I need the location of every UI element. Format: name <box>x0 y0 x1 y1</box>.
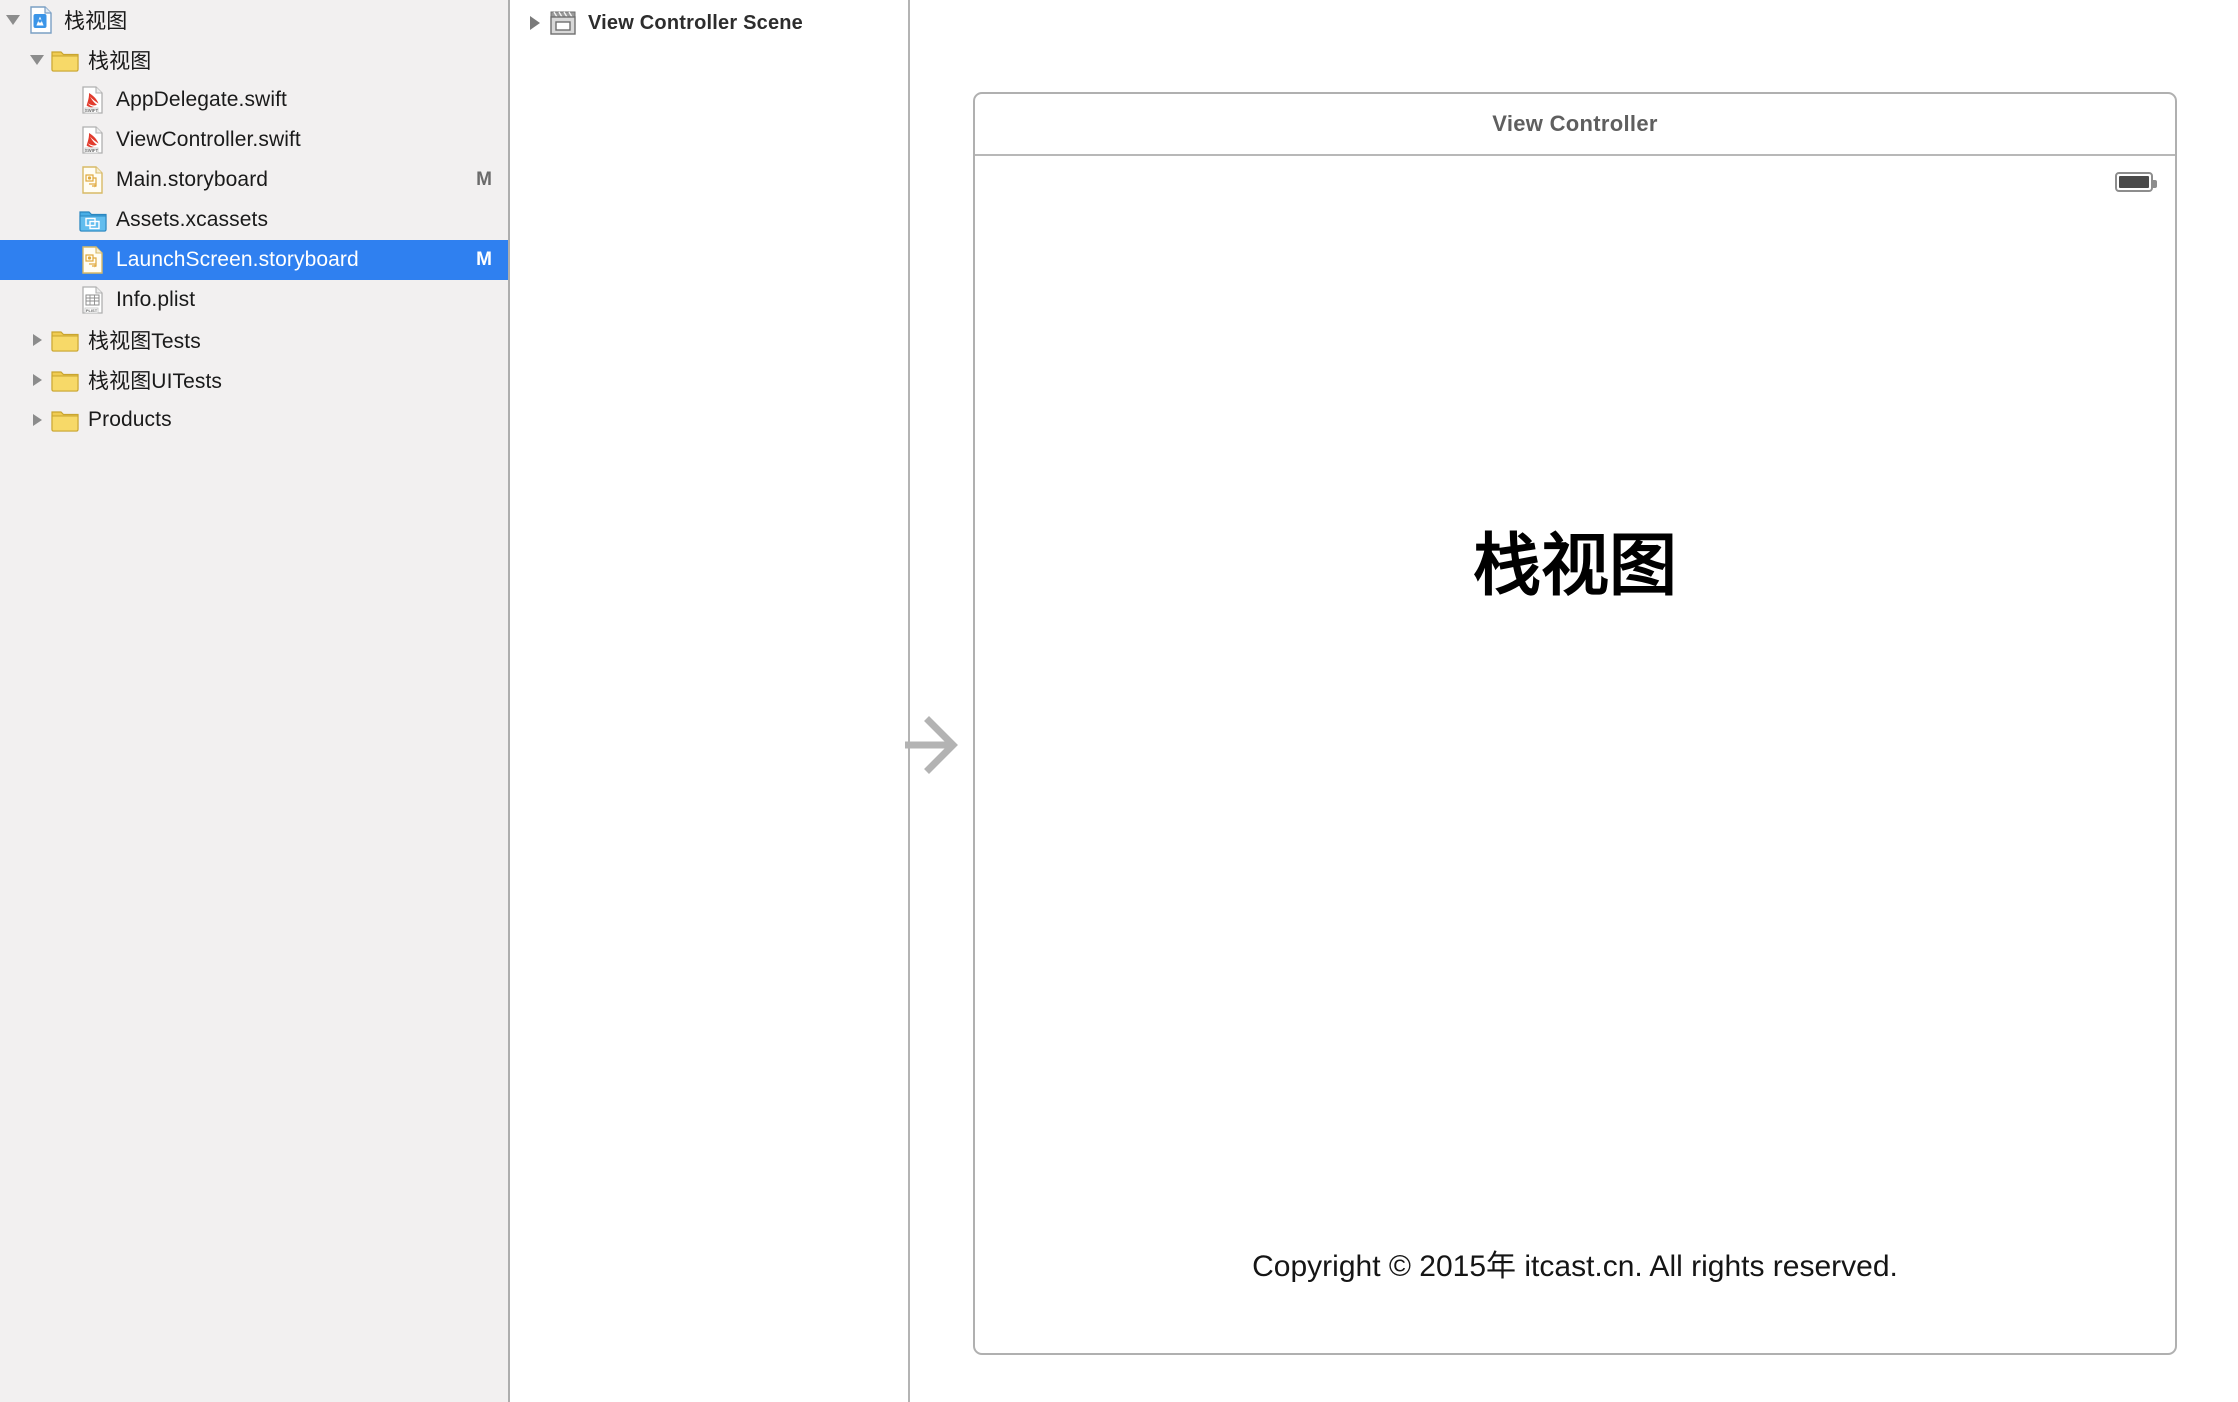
disclosure-triangle-down-icon[interactable] <box>0 0 26 40</box>
scene-title-label: View Controller <box>1492 111 1658 136</box>
copyright-label: Copyright © 2015年 itcast.cn. All rights … <box>1252 1250 1898 1283</box>
nav-row-label: Products <box>88 408 172 431</box>
scm-status-badge: M <box>476 169 492 190</box>
nav-row-appdelegate-swift[interactable]: SWIFT AppDelegate.swift <box>0 80 508 120</box>
folder-icon <box>50 45 80 75</box>
nav-row-info-plist[interactable]: PLIST Info.plist <box>0 280 508 320</box>
scm-status-badge: M <box>476 249 492 270</box>
simulated-status-bar <box>975 156 2175 208</box>
view-controller-scene-frame[interactable]: View Controller 栈视图 Copyright © 2015年 it… <box>973 92 2177 1355</box>
disclosure-placeholder-icon <box>52 280 78 320</box>
storyboard-file-icon <box>78 245 108 275</box>
plist-file-icon: PLIST <box>78 285 108 315</box>
view-controller-scene-icon <box>548 8 578 38</box>
swift-file-icon: SWIFT <box>78 85 108 115</box>
nav-row-assets-xcassets[interactable]: Assets.xcassets <box>0 200 508 240</box>
disclosure-placeholder-icon <box>52 240 78 280</box>
document-outline-panel[interactable]: View Controller Scene <box>510 0 910 1402</box>
xcassets-icon <box>78 205 108 235</box>
disclosure-placeholder-icon <box>52 200 78 240</box>
disclosure-placeholder-icon <box>52 80 78 120</box>
svg-text:SWIFT: SWIFT <box>85 148 98 153</box>
folder-icon <box>50 405 80 435</box>
folder-icon <box>50 325 80 355</box>
scene-body[interactable]: 栈视图 Copyright © 2015年 itcast.cn. All rig… <box>975 156 2175 1353</box>
disclosure-placeholder-icon <box>52 160 78 200</box>
nav-row-label: 栈视图 <box>64 10 128 33</box>
disclosure-triangle-right-icon[interactable] <box>522 16 548 30</box>
folder-icon <box>50 365 80 395</box>
nav-row-label: Assets.xcassets <box>116 208 269 231</box>
nav-row-label: 栈视图UITests <box>88 370 223 393</box>
nav-row-label: 栈视图 <box>88 50 152 73</box>
outline-item-view-controller-scene[interactable]: View Controller Scene <box>510 0 908 46</box>
nav-row-project-root[interactable]: 栈视图 <box>0 0 508 40</box>
disclosure-placeholder-icon <box>52 120 78 160</box>
disclosure-triangle-right-icon[interactable] <box>24 400 50 440</box>
storyboard-file-icon <box>78 165 108 195</box>
scene-titlebar: View Controller <box>975 94 2175 156</box>
nav-row-label: Main.storyboard <box>116 168 269 191</box>
battery-icon <box>2115 172 2157 192</box>
nav-row-label: ViewController.swift <box>116 128 301 151</box>
xcode-project-icon <box>26 5 56 35</box>
swift-file-icon: SWIFT <box>78 125 108 155</box>
outline-item-label: View Controller Scene <box>588 11 804 34</box>
interface-builder-canvas[interactable]: View Controller 栈视图 Copyright © 2015年 it… <box>905 0 2238 1402</box>
nav-row-label: AppDelegate.swift <box>116 88 287 111</box>
svg-text:PLIST: PLIST <box>86 308 98 313</box>
nav-row-uitests-group[interactable]: 栈视图UITests <box>0 360 508 400</box>
xcode-interface-builder-window: 栈视图 栈视图 SWIFT AppDelegate.swift SWIFT ViewCon… <box>0 0 2238 1402</box>
stack-view-title-label: 栈视图 <box>1472 527 1677 606</box>
nav-row-main-storyboard[interactable]: Main.storyboard M <box>0 160 508 200</box>
project-navigator[interactable]: 栈视图 栈视图 SWIFT AppDelegate.swift SWIFT ViewCon… <box>0 0 510 1402</box>
nav-row-viewcontroller-swift[interactable]: SWIFT ViewController.swift <box>0 120 508 160</box>
svg-text:SWIFT: SWIFT <box>85 108 98 113</box>
nav-row-group-main[interactable]: 栈视图 <box>0 40 508 80</box>
nav-row-label: 栈视图Tests <box>88 330 201 353</box>
nav-row-launchscreen-storyboard[interactable]: LaunchScreen.storyboard M <box>0 240 508 280</box>
nav-row-products-group[interactable]: Products <box>0 400 508 440</box>
disclosure-triangle-down-icon[interactable] <box>24 40 50 80</box>
nav-row-label: Info.plist <box>116 288 196 311</box>
nav-row-label: LaunchScreen.storyboard <box>116 248 359 271</box>
nav-row-tests-group[interactable]: 栈视图Tests <box>0 320 508 360</box>
disclosure-triangle-right-icon[interactable] <box>24 320 50 360</box>
disclosure-triangle-right-icon[interactable] <box>24 360 50 400</box>
